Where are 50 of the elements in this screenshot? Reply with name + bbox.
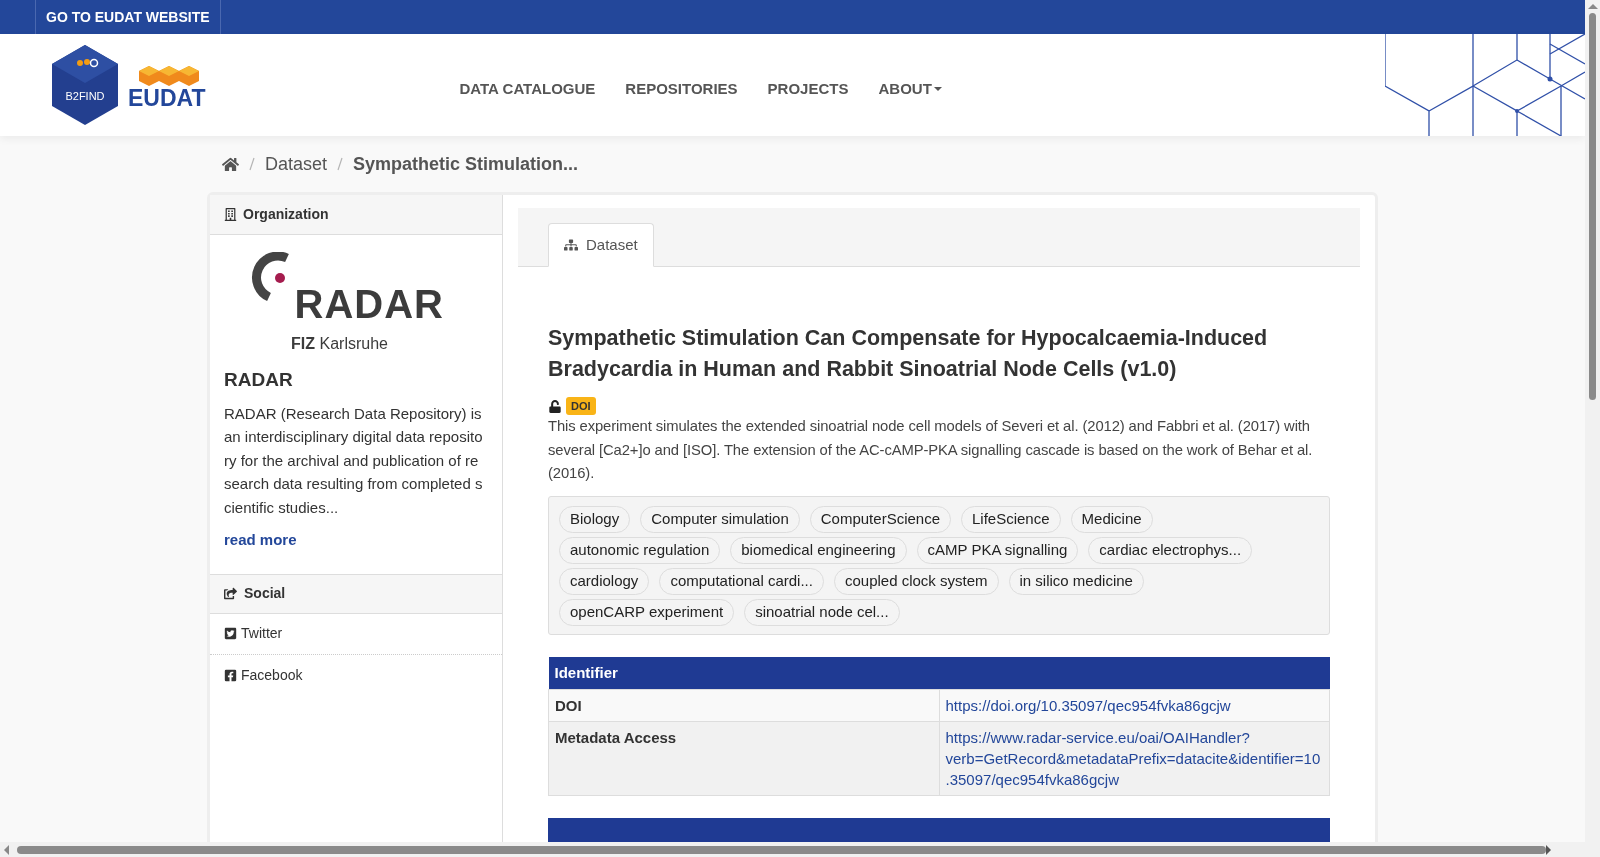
table-cell: Metadata Access — [548, 721, 939, 796]
nav-link[interactable]: ABOUT — [878, 77, 942, 101]
read-more-link[interactable]: read more — [224, 529, 488, 552]
social-link[interactable]: Facebook — [224, 664, 303, 686]
tag[interactable]: sinoatrial node cel... — [744, 598, 900, 626]
organization-name: RADAR — [224, 368, 294, 392]
panel-title: Organization — [243, 205, 329, 224]
doi-badge: DOI — [566, 397, 596, 415]
tag[interactable]: Biology — [559, 505, 631, 533]
tag[interactable]: coupled clock system — [833, 567, 999, 595]
breadcrumb-separator-icon — [249, 157, 255, 171]
nav-link[interactable]: PROJECTS — [767, 77, 849, 101]
panel-title: Social — [244, 584, 286, 603]
dataset-title: Sympathetic Stimulation Can Compensate for Hypocalcaemia-Induced Bradycardia in Human and Rabbit Sinoatrial Node Cells (v1.0) — [548, 325, 1269, 383]
sitemap-icon — [564, 238, 578, 252]
logo-badge-text: B2FIND — [64, 89, 106, 104]
tag[interactable]: in silico medicine — [1008, 567, 1144, 595]
logo-name: EUDAT — [128, 87, 206, 109]
logo-subtitle: FIZ Karlsruhe — [291, 334, 388, 354]
tag[interactable]: cardiac electrophys... — [1088, 536, 1253, 564]
horizontal-scrollbar[interactable] — [0, 842, 1585, 857]
tag[interactable]: ComputerScience — [809, 505, 951, 533]
table-cell: DOI — [548, 689, 939, 722]
breadcrumb-link[interactable]: Dataset — [265, 150, 328, 178]
share-icon — [224, 587, 237, 600]
tag[interactable]: cardiology — [559, 567, 650, 595]
building-icon — [224, 208, 237, 221]
vertical-scrollbar[interactable] — [1585, 0, 1600, 857]
tag[interactable]: cAMP PKA signalling — [916, 536, 1079, 564]
tag[interactable]: Medicine — [1070, 505, 1153, 533]
organization-description: RADAR (Research Data Repository) is an interdisciplinary digital data repository for the archival and publication of research data resulting from completed scientific studies... — [224, 403, 484, 518]
social-link[interactable]: Twitter — [224, 623, 283, 644]
table-heading: Identifier — [548, 656, 1330, 690]
tag[interactable]: LifeScience — [961, 505, 1061, 533]
nav-link[interactable]: DATA CATALOGUE — [459, 77, 596, 101]
tag[interactable]: autonomic regulation — [559, 536, 721, 564]
tag[interactable]: biomedical engineering — [730, 536, 907, 564]
b2find-logo[interactable]: B2FIND EUDAT — [50, 43, 206, 127]
logo-wordmark: RADAR — [294, 286, 444, 322]
tag[interactable]: openCARP experiment — [559, 598, 735, 626]
tag[interactable]: Computer simulation — [640, 505, 800, 533]
breadcrumb-link[interactable]: Sympathetic Stimulation... — [353, 150, 579, 178]
tag[interactable]: computational cardi... — [659, 567, 824, 595]
hexagon-icon — [50, 43, 120, 127]
nav-link[interactable]: REPOSITORIES — [625, 77, 738, 101]
home-icon[interactable] — [222, 155, 239, 173]
arc-dot-icon — [250, 252, 291, 304]
dataset-description: This experiment simulates the extended sinoatrial node cell models of Severi et al. (2012) and Fabbri et al. (2017) with several [Ca2+]o and [ISO]. The extension of the AC-cAMP-PKA signalling cascade is based on the work of Behar et al. (2016). — [548, 417, 1314, 483]
breadcrumb-separator-icon — [337, 157, 344, 171]
tab[interactable]: Dataset — [548, 223, 654, 267]
